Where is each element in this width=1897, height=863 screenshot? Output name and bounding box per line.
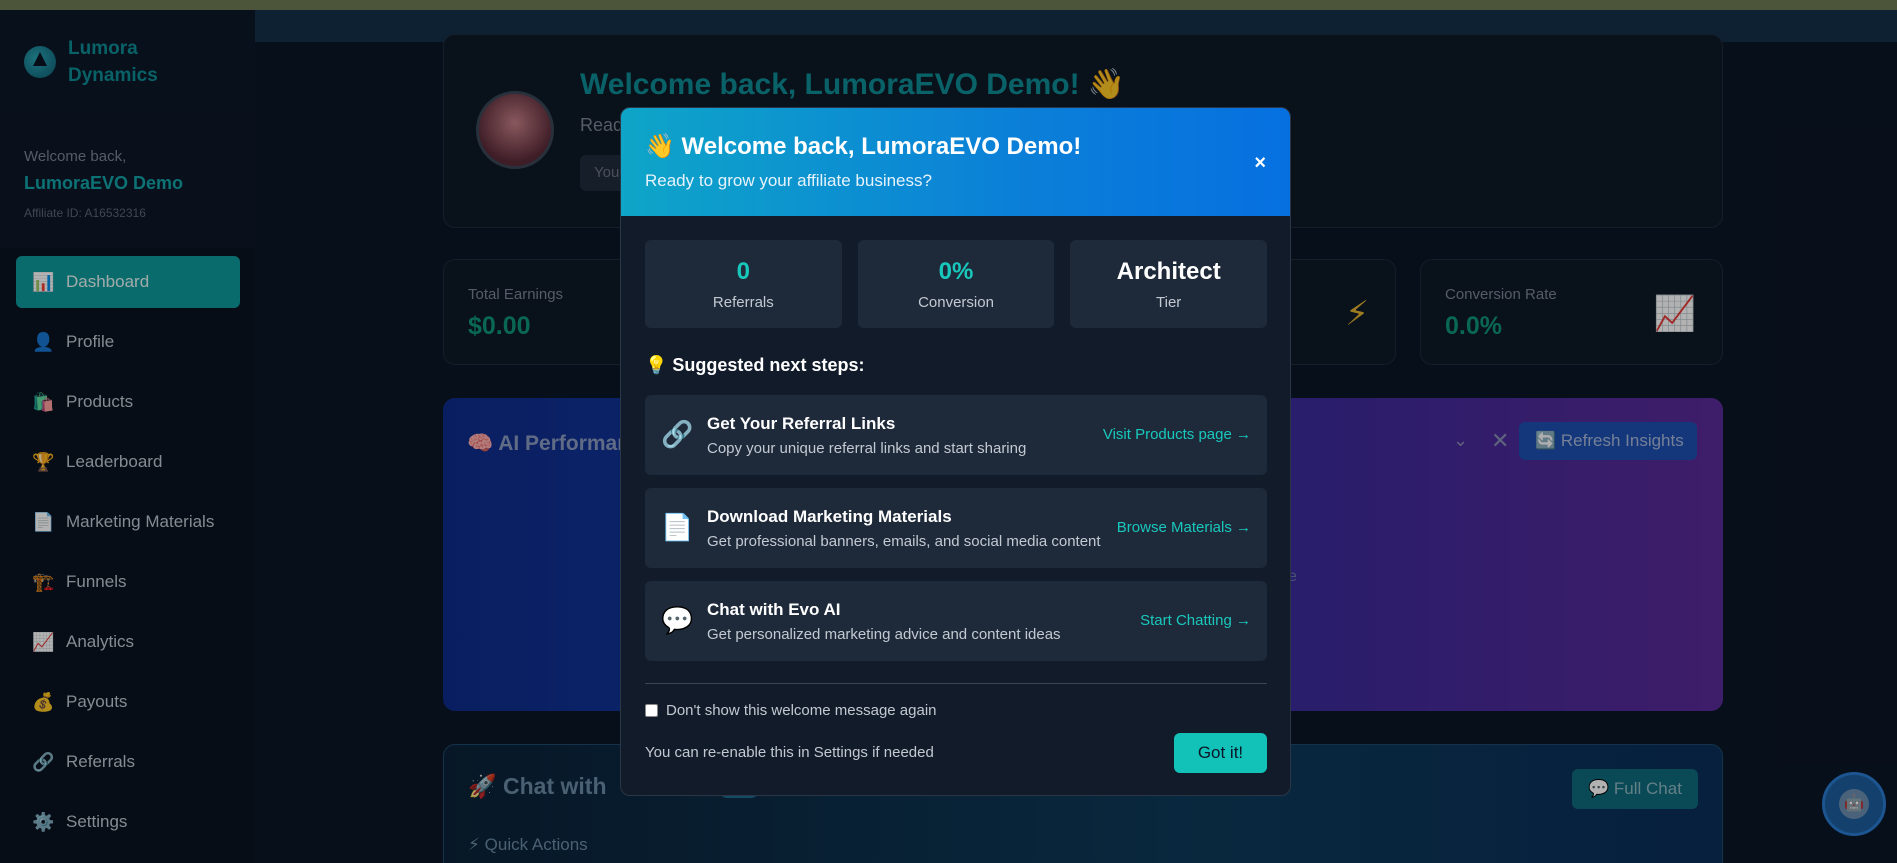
visit-products-link[interactable]: Visit Products page → <box>1103 426 1251 443</box>
stat-value: 0 <box>736 258 751 285</box>
close-icon[interactable]: × <box>1254 152 1266 175</box>
speech-bubble-icon: 💬 <box>661 605 694 635</box>
browse-materials-link[interactable]: Browse Materials → <box>1117 519 1251 536</box>
stat-label: Conversion <box>918 294 994 311</box>
link-icon: 🔗 <box>661 419 694 449</box>
steps-heading: 💡 Suggested next steps: <box>645 355 865 375</box>
reenable-note: You can re-enable this in Settings if ne… <box>645 744 934 761</box>
stat-label: Tier <box>1156 294 1182 311</box>
step-chat-evo-ai[interactable]: 💬 Chat with Evo AI Get personalized mark… <box>645 581 1267 661</box>
divider <box>645 683 1267 684</box>
stat-referrals: 0 Referrals <box>645 240 842 328</box>
modal-stats: 0 Referrals 0% Conversion Architect Tier <box>645 240 1268 328</box>
stat-value: Architect <box>1116 258 1221 285</box>
modal-title: 👋 Welcome back, LumoraEVO Demo! <box>645 133 1082 160</box>
step-title: Get Your Referral Links <box>707 414 896 433</box>
dont-show-checkbox[interactable] <box>645 704 658 717</box>
step-description: Get professional banners, emails, and so… <box>707 533 1101 550</box>
modal-header: 👋 Welcome back, LumoraEVO Demo! Ready to… <box>621 108 1290 216</box>
stat-tier: Architect Tier <box>1070 240 1268 328</box>
modal-subtitle: Ready to grow your affiliate business? <box>645 171 932 190</box>
dont-show-label[interactable]: Don't show this welcome message again <box>666 702 937 719</box>
step-description: Get personalized marketing advice and co… <box>707 626 1061 643</box>
got-it-button[interactable]: Got it! <box>1174 733 1267 773</box>
step-description: Copy your unique referral links and star… <box>707 440 1027 457</box>
start-chatting-link[interactable]: Start Chatting → <box>1140 612 1251 629</box>
step-referral-links[interactable]: 🔗 Get Your Referral Links Copy your uniq… <box>645 395 1267 475</box>
welcome-modal: 👋 Welcome back, LumoraEVO Demo! Ready to… <box>620 107 1291 796</box>
stat-conversion: 0% Conversion <box>857 240 1055 328</box>
step-marketing-materials[interactable]: 📄 Download Marketing Materials Get profe… <box>645 488 1267 568</box>
step-title: Chat with Evo AI <box>707 600 841 619</box>
stat-label: Referrals <box>712 294 774 311</box>
dont-show-row: Don't show this welcome message again <box>645 702 937 719</box>
document-icon: 📄 <box>661 512 694 542</box>
stat-value: 0% <box>938 258 974 285</box>
step-title: Download Marketing Materials <box>707 507 952 526</box>
